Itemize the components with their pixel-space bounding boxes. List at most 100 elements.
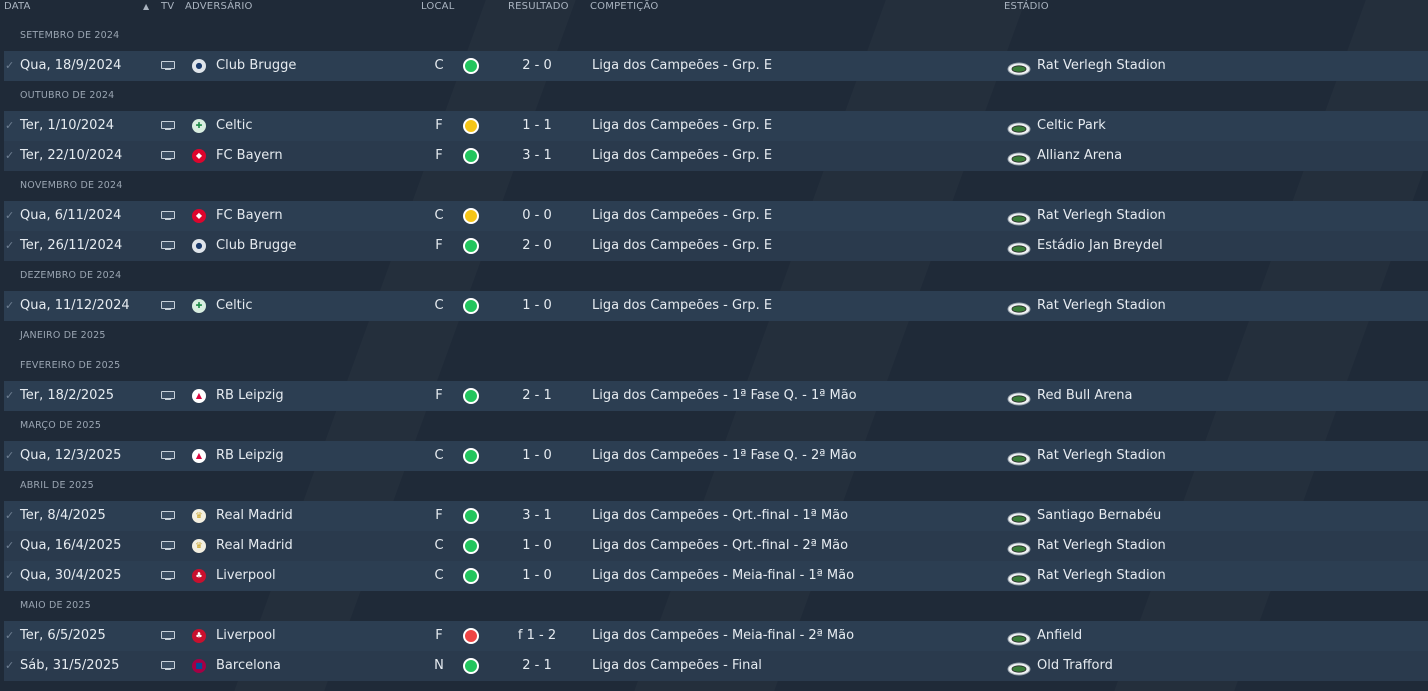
table-row[interactable]: ✓ Qua, 30/4/2025 ♣ Liverpool C 1 - 0 Liga dos …	[4, 561, 1428, 591]
stadium-name[interactable]: Rat Verlegh Stadion	[1037, 51, 1166, 81]
competition-name[interactable]: Liga dos Campeões - Final	[592, 651, 762, 681]
match-score[interactable]: 3 - 1	[504, 141, 570, 171]
opponent-name[interactable]: RB Leipzig	[216, 381, 284, 411]
tv-icon	[161, 631, 175, 640]
competition-name[interactable]: Liga dos Campeões - Grp. E	[592, 231, 772, 261]
venue-code: N	[434, 658, 444, 673]
match-score[interactable]: 1 - 0	[504, 561, 570, 591]
leipzig-crest-icon: ▲	[192, 389, 206, 403]
opponent-name[interactable]: Club Brugge	[216, 231, 296, 261]
stadium-name[interactable]: Rat Verlegh Stadion	[1037, 201, 1166, 231]
competition-name[interactable]: Liga dos Campeões - Qrt.-final - 2ª Mão	[592, 531, 848, 561]
match-score[interactable]: 0 - 0	[504, 201, 570, 231]
table-row[interactable]: ✓ Ter, 18/2/2025 ▲ RB Leipzig F 2 - 1 Liga dos…	[4, 381, 1428, 411]
opponent-name[interactable]: Real Madrid	[216, 531, 293, 561]
venue-code: C	[434, 538, 444, 553]
stadium-name[interactable]: Santiago Bernabéu	[1037, 501, 1161, 531]
opponent-name[interactable]: Liverpool	[216, 621, 276, 651]
competition-name[interactable]: Liga dos Campeões - Grp. E	[592, 51, 772, 81]
table-row[interactable]: ✓ Ter, 6/5/2025 ♣ Liverpool Ff 1 - 2 Liga dos…	[4, 621, 1428, 651]
stadium-name[interactable]: Estádio Jan Breydel	[1037, 231, 1163, 261]
stadium-name[interactable]: Rat Verlegh Stadion	[1037, 441, 1166, 471]
competition-name[interactable]: Liga dos Campeões - Meia-final - 2ª Mão	[592, 621, 854, 651]
opponent-name[interactable]: Club Brugge	[216, 51, 296, 81]
result-win-icon	[463, 538, 479, 554]
stadium-name[interactable]: Rat Verlegh Stadion	[1037, 291, 1166, 321]
match-date: Ter, 26/11/2024	[20, 238, 123, 253]
table-row[interactable]: ✓ Qua, 16/4/2025 ♛ Real Madrid C 1 - 0 Liga do…	[4, 531, 1428, 561]
table-row[interactable]: ✓ Sáb, 31/5/2025 ■ Barcelona N 2 - 1 Liga dos …	[4, 651, 1428, 681]
stadium-icon	[1007, 148, 1031, 166]
tv-icon	[161, 511, 175, 520]
opponent-name[interactable]: RB Leipzig	[216, 441, 284, 471]
venue-code: F	[435, 118, 443, 133]
venue-code: F	[435, 508, 443, 523]
stadium-name[interactable]: Rat Verlegh Stadion	[1037, 561, 1166, 591]
table-row[interactable]: ✓ Ter, 26/11/2024 ● Club Brugge F 2 - 0 Liga d…	[4, 231, 1428, 261]
table-row[interactable]: ✓ Qua, 11/12/2024 ✚ Celtic C 1 - 0 Liga dos Ca…	[4, 291, 1428, 321]
table-row[interactable]: ✓ Ter, 8/4/2025 ♛ Real Madrid F 3 - 1 Liga dos…	[4, 501, 1428, 531]
opponent-name[interactable]: Liverpool	[216, 561, 276, 591]
competition-name[interactable]: Liga dos Campeões - Grp. E	[592, 291, 772, 321]
result-win-icon	[463, 508, 479, 524]
month-header: FEVEREIRO DE 2025	[20, 360, 121, 371]
tv-icon	[161, 661, 175, 670]
stadium-name[interactable]: Allianz Arena	[1037, 141, 1122, 171]
competition-name[interactable]: Liga dos Campeões - 1ª Fase Q. - 1ª Mão	[592, 381, 857, 411]
table-row[interactable]: ✓ Qua, 18/9/2024 ● Club Brugge C 2 - 0 Liga do…	[4, 51, 1428, 81]
bayern-crest-icon: ◆	[192, 209, 206, 223]
competition-name[interactable]: Liga dos Campeões - Grp. E	[592, 141, 772, 171]
table-row[interactable]: ✓ Ter, 22/10/2024 ◆ FC Bayern F 3 - 1 Liga dos…	[4, 141, 1428, 171]
column-header-stadium[interactable]: ESTÁDIO	[1004, 1, 1049, 12]
match-score[interactable]: 2 - 0	[504, 51, 570, 81]
match-score[interactable]: 2 - 0	[504, 231, 570, 261]
match-score[interactable]: 2 - 1	[504, 651, 570, 681]
match-score[interactable]: 1 - 0	[504, 291, 570, 321]
stadium-name[interactable]: Red Bull Arena	[1037, 381, 1133, 411]
match-date: Ter, 8/4/2025	[20, 508, 106, 523]
column-header-date[interactable]: DATA	[4, 1, 31, 12]
table-row[interactable]: ✓ Qua, 12/3/2025 ▲ RB Leipzig C 1 - 0 Liga dos…	[4, 441, 1428, 471]
column-header-tv[interactable]: TV	[161, 1, 174, 12]
month-header: DEZEMBRO DE 2024	[20, 270, 122, 281]
match-date: Qua, 18/9/2024	[20, 58, 122, 73]
match-score[interactable]: f 1 - 2	[504, 621, 570, 651]
match-score[interactable]: 1 - 0	[504, 441, 570, 471]
column-header-competition[interactable]: COMPETIÇÃO	[590, 1, 658, 12]
opponent-name[interactable]: Real Madrid	[216, 501, 293, 531]
match-score[interactable]: 1 - 1	[504, 111, 570, 141]
match-score[interactable]: 3 - 1	[504, 501, 570, 531]
match-date: Ter, 6/5/2025	[20, 628, 106, 643]
competition-name[interactable]: Liga dos Campeões - Grp. E	[592, 201, 772, 231]
stadium-name[interactable]: Anfield	[1037, 621, 1082, 651]
opponent-name[interactable]: FC Bayern	[216, 141, 283, 171]
competition-name[interactable]: Liga dos Campeões - Meia-final - 1ª Mão	[592, 561, 854, 591]
column-header-result[interactable]: RESULTADO	[508, 1, 569, 12]
leipzig-crest-icon: ▲	[192, 449, 206, 463]
result-win-icon	[463, 448, 479, 464]
opponent-name[interactable]: FC Bayern	[216, 201, 283, 231]
table-row[interactable]: ✓ Ter, 1/10/2024 ✚ Celtic F 1 - 1 Liga dos Cam…	[4, 111, 1428, 141]
stadium-name[interactable]: Old Trafford	[1037, 651, 1113, 681]
competition-name[interactable]: Liga dos Campeões - Grp. E	[592, 111, 772, 141]
table-row[interactable]: ✓ Qua, 6/11/2024 ◆ FC Bayern C 0 - 0 Liga dos …	[4, 201, 1428, 231]
opponent-name[interactable]: Celtic	[216, 291, 253, 321]
stadium-icon	[1007, 118, 1031, 136]
column-header-opponent[interactable]: ADVERSÁRIO	[185, 1, 253, 12]
match-score[interactable]: 1 - 0	[504, 531, 570, 561]
stadium-name[interactable]: Celtic Park	[1037, 111, 1106, 141]
competition-name[interactable]: Liga dos Campeões - 1ª Fase Q. - 2ª Mão	[592, 441, 857, 471]
stadium-name[interactable]: Rat Verlegh Stadion	[1037, 531, 1166, 561]
venue-code: F	[435, 628, 443, 643]
opponent-name[interactable]: Barcelona	[216, 651, 281, 681]
month-header: OUTUBRO DE 2024	[20, 90, 115, 101]
tv-icon	[161, 301, 175, 310]
sort-ascending-icon[interactable]: ▲	[143, 2, 149, 11]
opponent-name[interactable]: Celtic	[216, 111, 253, 141]
stadium-icon	[1007, 238, 1031, 256]
venue-code: C	[434, 298, 444, 313]
stadium-icon	[1007, 538, 1031, 556]
competition-name[interactable]: Liga dos Campeões - Qrt.-final - 1ª Mão	[592, 501, 848, 531]
match-score[interactable]: 2 - 1	[504, 381, 570, 411]
column-header-venue[interactable]: LOCAL	[421, 1, 454, 12]
